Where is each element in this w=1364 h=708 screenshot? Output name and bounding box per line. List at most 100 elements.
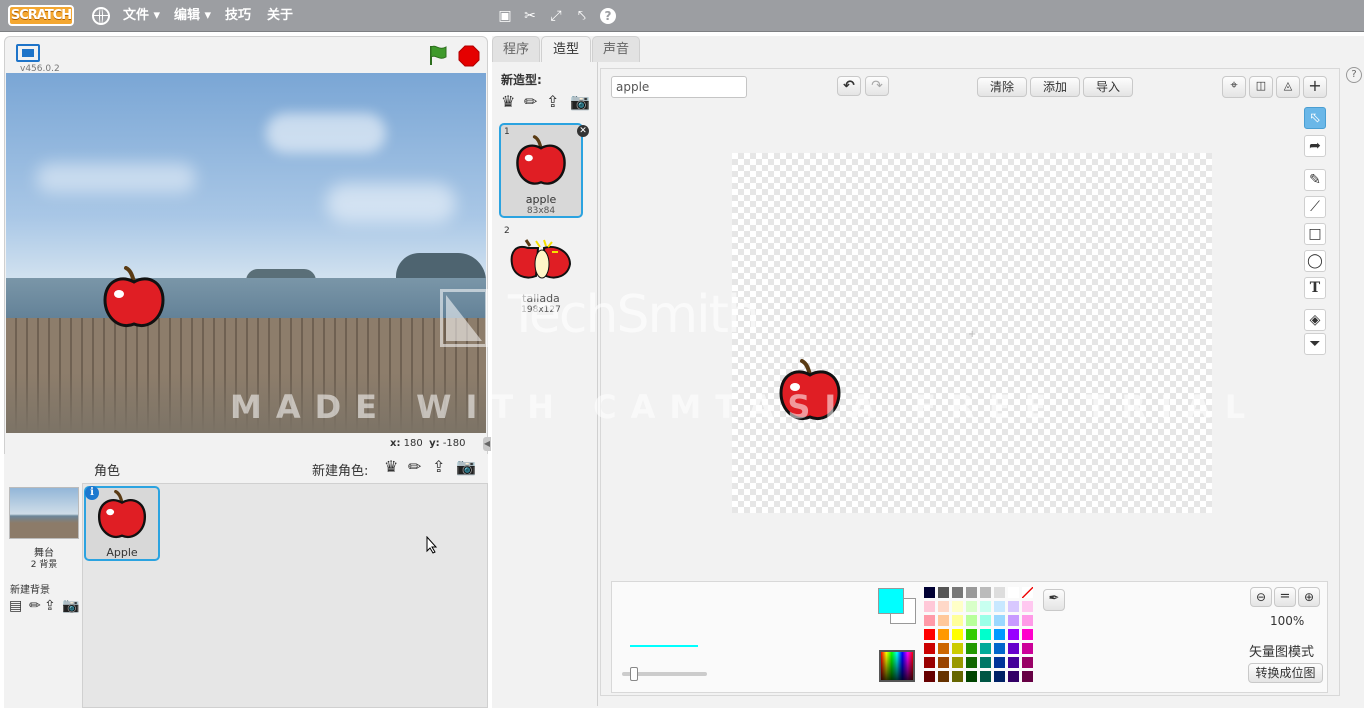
menu-about[interactable]: 关于 xyxy=(267,0,293,32)
palette-swatch[interactable] xyxy=(1008,587,1019,598)
palette-swatch[interactable] xyxy=(966,615,977,626)
palette-swatch[interactable] xyxy=(1008,615,1019,626)
palette-swatch[interactable] xyxy=(980,587,991,598)
shrink-icon[interactable]: ⤣ xyxy=(574,8,590,24)
palette-swatch[interactable] xyxy=(980,657,991,668)
palette-swatch[interactable] xyxy=(952,643,963,654)
costume-item-apple[interactable]: 1 apple 83x84 xyxy=(499,123,583,218)
tab-costumes[interactable]: 造型 xyxy=(541,36,591,63)
palette-swatch[interactable] xyxy=(1008,643,1019,654)
palette-swatch[interactable] xyxy=(938,587,949,598)
set-costume-center-icon[interactable]: + xyxy=(1303,76,1327,98)
stage-canvas[interactable] xyxy=(6,73,486,433)
flip-horizontal-icon[interactable]: ◫ xyxy=(1249,76,1273,98)
text-tool-icon[interactable]: T xyxy=(1304,277,1326,299)
redo-button[interactable]: ↷ xyxy=(865,76,889,96)
upload-sprite-icon[interactable]: ⇪ xyxy=(432,457,445,476)
ellipse-tool-icon[interactable]: ◯ xyxy=(1304,250,1326,272)
palette-swatch[interactable] xyxy=(938,615,949,626)
palette-swatch[interactable] xyxy=(924,629,935,640)
paint-backdrop-icon[interactable]: ✏ xyxy=(29,598,41,614)
globe-icon[interactable] xyxy=(92,7,110,25)
palette-swatch[interactable] xyxy=(924,601,935,612)
crop-icon[interactable]: ⌖ xyxy=(1222,76,1246,98)
palette-swatch[interactable] xyxy=(952,587,963,598)
palette-swatch[interactable] xyxy=(924,657,935,668)
backdrop-library-icon[interactable]: ▤ xyxy=(9,598,22,614)
stamp-tool-icon[interactable]: ⏷ xyxy=(1304,333,1326,355)
palette-swatch[interactable] xyxy=(1022,601,1033,612)
palette-swatch[interactable] xyxy=(952,629,963,640)
apple-sprite[interactable] xyxy=(102,266,166,332)
palette-swatch[interactable] xyxy=(966,657,977,668)
palette-swatch[interactable] xyxy=(1008,601,1019,612)
palette-swatch[interactable] xyxy=(980,615,991,626)
scratch-logo[interactable]: SCRATCH xyxy=(8,5,74,26)
flip-vertical-icon[interactable]: ◬ xyxy=(1276,76,1300,98)
convert-to-bitmap-button[interactable]: 转换成位图 xyxy=(1248,663,1323,683)
palette-swatch[interactable] xyxy=(994,657,1005,668)
color-picker-gradient[interactable] xyxy=(879,650,915,682)
paint-costume-icon[interactable]: ✏ xyxy=(524,92,537,111)
sprite-from-library-icon[interactable]: ♛ xyxy=(384,457,398,476)
palette-swatch[interactable] xyxy=(966,601,977,612)
tab-scripts[interactable]: 程序 xyxy=(492,36,540,62)
palette-swatch[interactable] xyxy=(952,601,963,612)
palette-swatch[interactable] xyxy=(924,587,935,598)
primary-color-swatch[interactable] xyxy=(878,588,904,614)
palette-swatch[interactable] xyxy=(1022,657,1033,668)
costume-name-input[interactable] xyxy=(611,76,747,98)
palette-swatch[interactable] xyxy=(980,643,991,654)
palette-swatch[interactable] xyxy=(1022,643,1033,654)
palette-swatch[interactable] xyxy=(966,671,977,682)
green-flag-icon[interactable] xyxy=(427,44,449,66)
palette-swatch[interactable] xyxy=(994,587,1005,598)
palette-swatch[interactable] xyxy=(994,615,1005,626)
palette-swatch[interactable] xyxy=(1008,629,1019,640)
paint-new-sprite-icon[interactable]: ✏ xyxy=(408,457,421,476)
palette-swatch[interactable] xyxy=(980,671,991,682)
palette-swatch[interactable] xyxy=(966,629,977,640)
sprite-info-icon[interactable]: i xyxy=(85,486,99,500)
palette-swatch[interactable] xyxy=(952,657,963,668)
drawing-canvas[interactable]: + xyxy=(732,153,1212,513)
camera-costume-icon[interactable]: 📷 xyxy=(570,92,590,111)
stop-sign-icon[interactable] xyxy=(458,45,480,67)
palette-swatch[interactable] xyxy=(938,601,949,612)
transparent-swatch[interactable] xyxy=(1022,587,1033,598)
fill-bucket-tool-icon[interactable]: ◈ xyxy=(1304,309,1326,331)
presentation-mode-icon[interactable] xyxy=(16,44,40,62)
palette-swatch[interactable] xyxy=(924,643,935,654)
palette-swatch[interactable] xyxy=(938,643,949,654)
palette-swatch[interactable] xyxy=(966,643,977,654)
menu-file[interactable]: 文件 ▾ xyxy=(123,0,160,32)
palette-swatch[interactable] xyxy=(924,671,935,682)
palette-swatch[interactable] xyxy=(994,601,1005,612)
tab-sounds[interactable]: 声音 xyxy=(592,36,640,62)
zoom-reset-icon[interactable]: = xyxy=(1274,587,1296,607)
import-button[interactable]: 导入 xyxy=(1083,77,1133,97)
grow-icon[interactable]: ⤢ xyxy=(548,8,564,24)
reshape-tool-icon[interactable]: ➦ xyxy=(1304,135,1326,157)
add-button[interactable]: 添加 xyxy=(1030,77,1080,97)
upload-costume-icon[interactable]: ⇪ xyxy=(546,92,559,111)
palette-swatch[interactable] xyxy=(966,587,977,598)
delete-costume-icon[interactable]: ✕ xyxy=(577,125,589,137)
camera-backdrop-icon[interactable]: 📷 xyxy=(62,598,79,614)
palette-swatch[interactable] xyxy=(994,643,1005,654)
help-icon[interactable]: ? xyxy=(600,8,616,24)
stroke-width-slider[interactable] xyxy=(622,667,707,681)
palette-swatch[interactable] xyxy=(1008,671,1019,682)
menu-edit[interactable]: 编辑 ▾ xyxy=(174,0,211,32)
select-tool-icon[interactable]: ⬁ xyxy=(1304,107,1326,129)
undo-button[interactable]: ↶ xyxy=(837,76,861,96)
palette-swatch[interactable] xyxy=(1008,657,1019,668)
collapse-stage-arrow[interactable]: ◀ xyxy=(483,437,491,451)
cut-scissors-icon[interactable]: ✂ xyxy=(522,8,538,24)
camera-sprite-icon[interactable]: 📷 xyxy=(456,457,476,476)
costume-library-icon[interactable]: ♛ xyxy=(501,92,515,111)
palette-swatch[interactable] xyxy=(980,601,991,612)
rectangle-tool-icon[interactable]: □ xyxy=(1304,223,1326,245)
palette-swatch[interactable] xyxy=(1022,615,1033,626)
palette-swatch[interactable] xyxy=(980,629,991,640)
